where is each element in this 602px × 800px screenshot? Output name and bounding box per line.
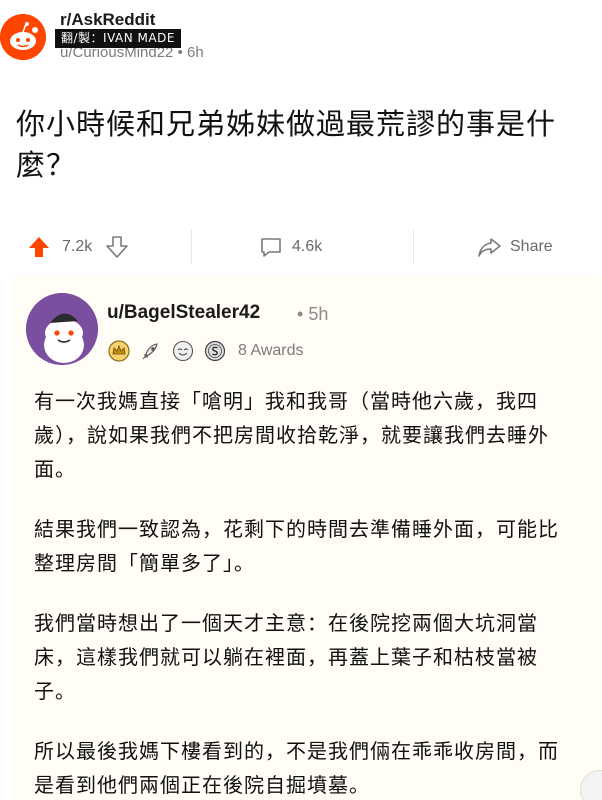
upvote-count: 7.2k	[62, 238, 93, 255]
share-button[interactable]: Share	[476, 232, 553, 262]
comment-paragraph: 所以最後我媽下樓看到的，不是我們倆在乖乖收房間，而是看到他們兩個正在後院自掘墳墓…	[34, 739, 559, 797]
comment-body: 有一次我媽直接「嗆明」我和我哥（當時他六歲，我四歲），說如果我們不把房間收拾乾淨…	[34, 384, 574, 800]
crown-award-icon	[108, 340, 130, 362]
comment-paragraph: 有一次我媽直接「嗆明」我和我哥（當時他六歲，我四歲），說如果我們不把房間收拾乾淨…	[34, 389, 549, 481]
comment-age: 5h	[308, 304, 329, 324]
action-divider	[413, 230, 414, 264]
comment-meta: • 5h	[297, 303, 328, 325]
comment-paragraph: 我們當時想出了一個天才主意：在後院挖兩個大坑洞當床，這樣我們就可以躺在裡面，再蓋…	[34, 611, 538, 703]
comment-count: 4.6k	[292, 238, 323, 255]
reddit-snoo-icon[interactable]	[0, 14, 46, 60]
comment-username[interactable]: u/BagelStealer42	[107, 302, 260, 324]
share-arrow-icon	[476, 234, 502, 260]
post-age: 6h	[187, 44, 204, 61]
meta-separator: •	[297, 304, 304, 324]
wholesome-award-icon	[172, 340, 194, 362]
comment-bubble-icon	[258, 234, 284, 260]
post-title: 你小時候和兄弟姊妹做過最荒謬的事是什麼？	[16, 107, 557, 182]
share-label: Share	[510, 238, 553, 255]
post-header: r/AskReddit u/CuriousMind22 • 6h 翻/製：IVA…	[0, 0, 602, 75]
comments-button[interactable]: 4.6k	[258, 232, 322, 262]
post-action-bar: 7.2k 4.6k Share	[0, 226, 602, 270]
vote-group: 7.2k	[26, 232, 130, 262]
comment-paragraph: 結果我們一致認為，花剩下的時間去準備睡外面，可能比整理房間「簡單多了」。	[34, 517, 559, 575]
upvote-arrow-icon[interactable]	[26, 234, 52, 260]
commenter-avatar[interactable]	[26, 293, 98, 365]
rocket-award-icon	[140, 340, 162, 362]
downvote-arrow-icon[interactable]	[104, 234, 130, 260]
silver-coin-award-icon	[204, 340, 226, 362]
action-divider	[191, 230, 192, 264]
awards-row[interactable]: 8 Awards	[108, 340, 304, 362]
subreddit-name[interactable]: r/AskReddit	[60, 10, 155, 30]
top-comment: u/BagelStealer42 • 5h 8 Awards 有一次我媽直接「嗆…	[12, 274, 602, 800]
awards-count: 8 Awards	[238, 342, 304, 359]
translator-watermark: 翻/製：IVAN MADE	[55, 29, 181, 48]
